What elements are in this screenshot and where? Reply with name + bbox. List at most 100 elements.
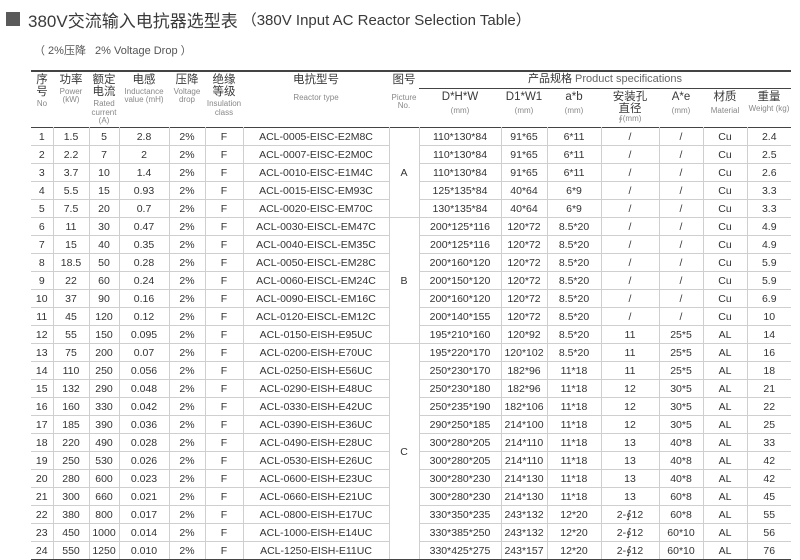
table-cell: 120*72 (500, 217, 547, 236)
table-cell: Cu (702, 217, 747, 236)
table-cell: 5.9 (746, 271, 791, 290)
table-cell: F (204, 253, 243, 272)
table-cell: 10 (31, 289, 53, 308)
table-cell: ACL-0200-EISH-E70UC (242, 343, 389, 362)
table-cell: 120*102 (500, 343, 547, 362)
table-cell: AL (702, 361, 747, 380)
table-cell: 243*157 (500, 541, 547, 560)
table-cell: 18 (746, 361, 791, 380)
table-cell: 0.042 (118, 397, 169, 416)
table-cell: 33 (746, 433, 791, 452)
table-cell: AL (702, 415, 747, 434)
table-cell: Cu (702, 163, 747, 182)
table-cell: 0.026 (118, 451, 169, 470)
table-cell: 20 (31, 469, 53, 488)
table-cell: ACL-0330-EISH-E42UC (242, 397, 389, 416)
table-cell: / (600, 271, 659, 290)
picture-group-cell: C (388, 343, 420, 560)
table-cell: ACL-0015-EISC-EM93C (242, 181, 389, 200)
table-cell: Cu (702, 253, 747, 272)
table-cell: / (600, 145, 659, 164)
table-cell: 8.5*20 (546, 235, 601, 254)
table-cell: 110*130*84 (419, 127, 501, 146)
table-cell: 4 (31, 181, 53, 200)
table-cell: 3.7 (52, 163, 89, 182)
table-cell: F (204, 235, 243, 254)
table-cell: 0.24 (118, 271, 169, 290)
table-cell: 22 (52, 271, 89, 290)
table-cell: 11 (600, 361, 659, 380)
table-cell: 8.5*20 (546, 253, 601, 272)
table-cell: 8.5*20 (546, 325, 601, 344)
table-cell: F (204, 289, 243, 308)
table-cell: 14 (746, 325, 791, 344)
table-cell: 0.7 (118, 199, 169, 218)
table-cell: 2% (168, 433, 205, 452)
table-cell: 330 (88, 397, 119, 416)
table-cell: 11 (600, 325, 659, 344)
header-drop: 压降 Voltage drop (169, 70, 205, 128)
table-cell: F (204, 451, 243, 470)
table-cell: ACL-0800-EISH-E17UC (242, 505, 389, 524)
table-cell: 2.2 (52, 145, 89, 164)
table-cell: 14 (31, 361, 53, 380)
table-cell: 15 (52, 235, 89, 254)
header-insulation: 绝缘等级 Insulation class (205, 70, 243, 128)
table-cell: 2-∮12 (600, 505, 659, 524)
table-cell: ACL-1250-EISH-E11UC (242, 541, 389, 560)
table-cell: 16 (31, 397, 53, 416)
table-cell: 0.12 (118, 307, 169, 326)
table-cell: 12 (600, 397, 659, 416)
table-cell: 0.021 (118, 487, 169, 506)
table-cell: 30*5 (658, 379, 703, 398)
table-cell: 42 (746, 469, 791, 488)
table-cell: 660 (88, 487, 119, 506)
table-cell: 2% (168, 127, 205, 146)
table-cell: 22 (746, 397, 791, 416)
table-cell: 2-∮12 (600, 541, 659, 560)
table-cell: / (658, 307, 703, 326)
table-cell: 200*150*120 (419, 271, 501, 290)
table-cell: 185 (52, 415, 89, 434)
table-cell: F (204, 505, 243, 524)
table-cell: F (204, 145, 243, 164)
table-cell: AL (702, 469, 747, 488)
table-cell: ACL-0490-EISH-E28UC (242, 433, 389, 452)
table-cell: AL (702, 451, 747, 470)
table-cell: 200*140*155 (419, 307, 501, 326)
table-cell: 17 (31, 415, 53, 434)
table-cell: 2% (168, 451, 205, 470)
table-cell: 12 (600, 379, 659, 398)
table-cell: 40*8 (658, 451, 703, 470)
table-cell: 12*20 (546, 505, 601, 524)
table-cell: 2% (168, 415, 205, 434)
table-cell: 550 (52, 541, 89, 560)
page-title: 380V交流输入电抗器选型表 (28, 11, 238, 31)
table-cell: 450 (52, 523, 89, 542)
table-cell: ACL-0007-EISC-E2M0C (242, 145, 389, 164)
table-cell: ACL-0060-EISCL-EM24C (242, 271, 389, 290)
table-cell: 2% (168, 487, 205, 506)
table-cell: 91*65 (500, 127, 547, 146)
header-hole: 安装孔直径 ∮(mm) (612, 91, 648, 124)
page-header: 380V交流输入电抗器选型表 （380V Input AC Reactor Se… (6, 6, 531, 32)
table-cell: ACL-0600-EISH-E23UC (242, 469, 389, 488)
table-cell: Cu (702, 235, 747, 254)
table-cell: 214*100 (500, 415, 547, 434)
table-cell: 40*8 (658, 433, 703, 452)
table-cell: 2% (168, 235, 205, 254)
table-cell: 2% (168, 523, 205, 542)
table-cell: AL (702, 325, 747, 344)
table-cell: 120*72 (500, 235, 547, 254)
header-power: 功率 Power (kW) (53, 70, 89, 128)
table-cell: 800 (88, 505, 119, 524)
table-cell: 300*280*230 (419, 487, 501, 506)
table-cell: Cu (702, 307, 747, 326)
table-cell: 91*65 (500, 163, 547, 182)
picture-group-cell: B (388, 217, 420, 344)
table-cell: 214*110 (500, 433, 547, 452)
table-cell: ACL-0005-EISC-E2M8C (242, 127, 389, 146)
table-cell: / (658, 217, 703, 236)
table-cell: 12 (600, 415, 659, 434)
table-cell: 18.5 (52, 253, 89, 272)
